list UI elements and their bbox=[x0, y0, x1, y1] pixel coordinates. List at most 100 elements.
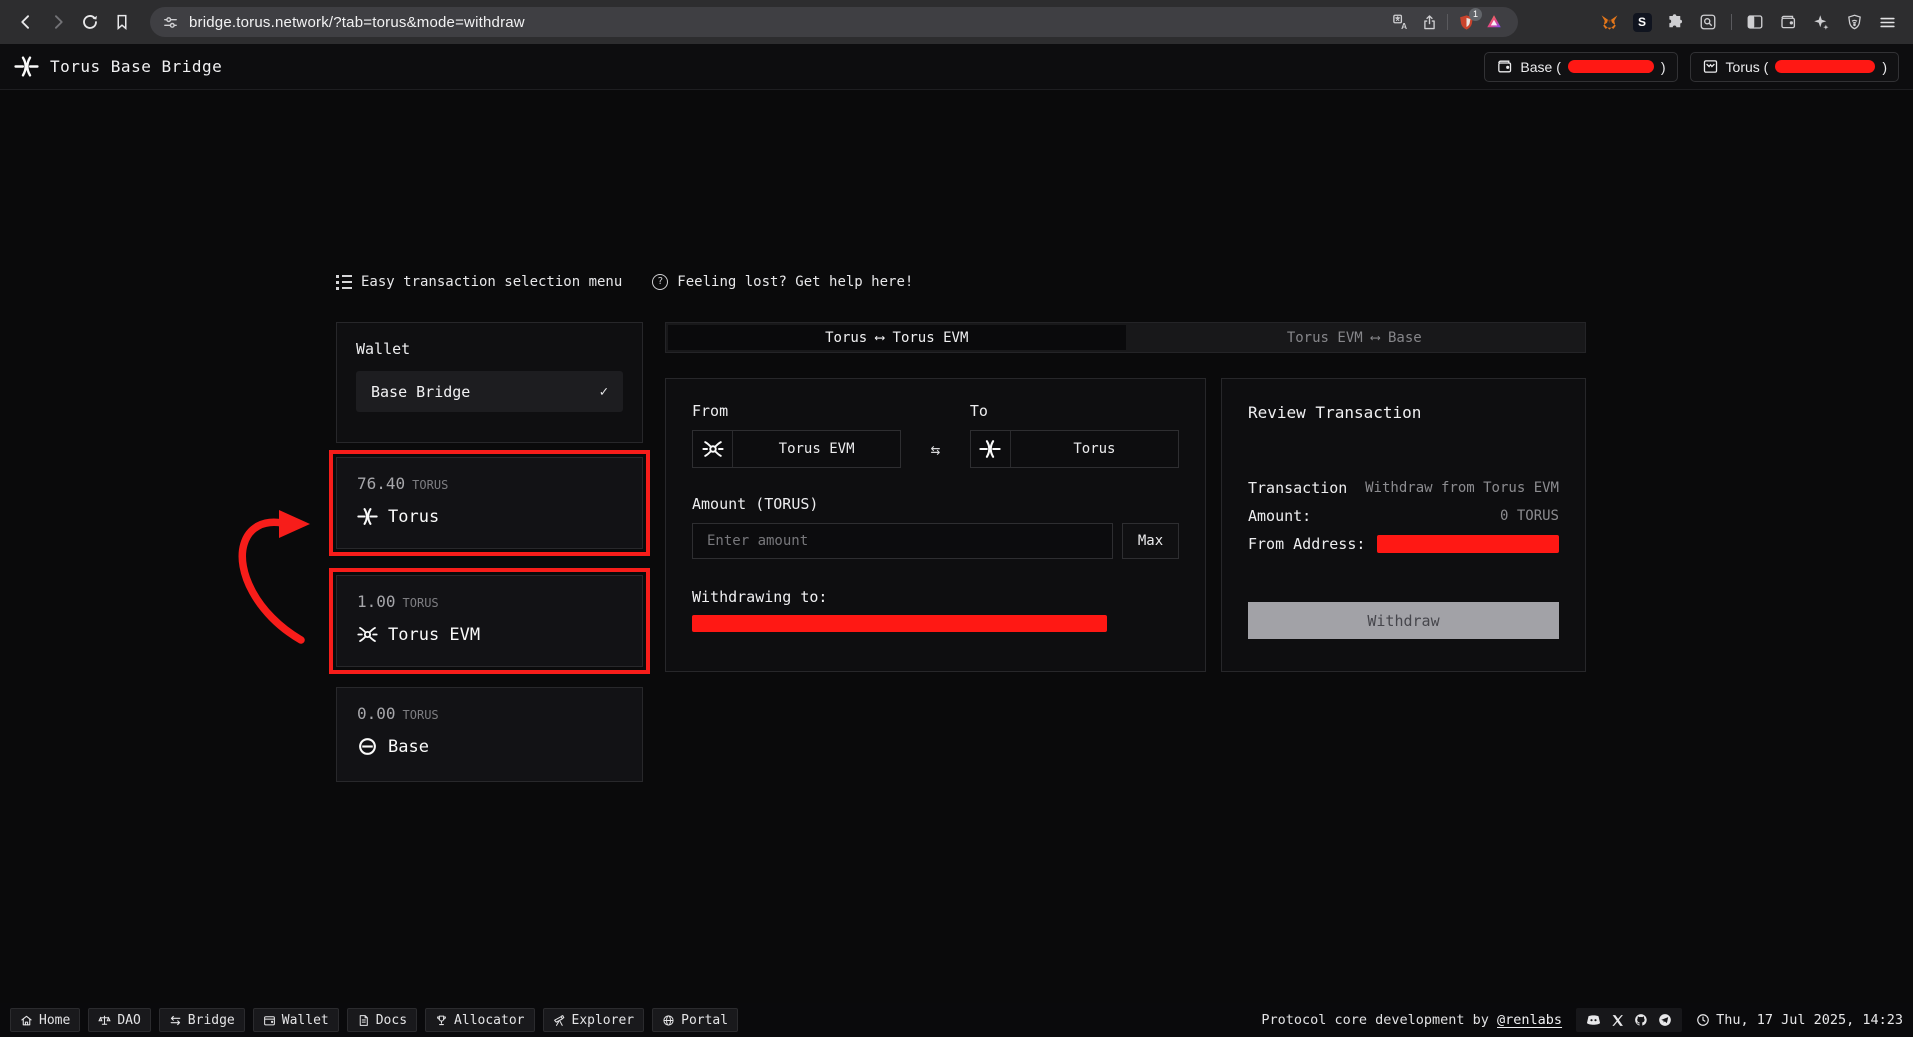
translate-icon[interactable]: A bbox=[1387, 9, 1415, 35]
svg-text:A: A bbox=[1401, 22, 1407, 31]
easy-transaction-menu-label: Easy transaction selection menu bbox=[361, 274, 622, 290]
footer-bridge-button[interactable]: Bridge bbox=[159, 1008, 245, 1032]
help-icon: ? bbox=[652, 274, 668, 290]
torus-balance: 76.40TORUS bbox=[357, 474, 622, 493]
amount-input[interactable] bbox=[692, 523, 1113, 559]
menu-hamburger-icon[interactable] bbox=[1873, 9, 1901, 35]
to-value: Torus bbox=[1011, 431, 1178, 467]
withdrawing-to-label: Withdrawing to: bbox=[692, 588, 1179, 606]
solflare-extension-icon[interactable]: S bbox=[1628, 9, 1656, 35]
wallet-panel: Wallet Base Bridge ✓ bbox=[336, 322, 643, 443]
from-select[interactable]: Torus EVM bbox=[692, 430, 901, 468]
balance-card-torus[interactable]: 76.40TORUS Torus bbox=[336, 457, 643, 549]
discord-icon[interactable] bbox=[1586, 1014, 1601, 1026]
metamask-icon[interactable] bbox=[1595, 9, 1623, 35]
balance-card-torus-evm[interactable]: 1.00TORUS Torus EVM bbox=[336, 575, 643, 667]
browser-toolbar: bridge.torus.network/?tab=torus&mode=wit… bbox=[0, 0, 1913, 44]
easy-transaction-menu[interactable]: Easy transaction selection menu bbox=[336, 274, 622, 290]
check-icon: ✓ bbox=[600, 384, 608, 400]
swap-direction-icon[interactable]: ⇆ bbox=[901, 430, 970, 468]
extension-area: S bbox=[1518, 9, 1901, 35]
review-title: Review Transaction bbox=[1248, 403, 1559, 422]
help-link[interactable]: ? Feeling lost? Get help here! bbox=[652, 274, 913, 290]
brave-wallet-icon[interactable] bbox=[1774, 9, 1802, 35]
torus-evm-icon bbox=[357, 624, 378, 645]
footer-home-button[interactable]: Home bbox=[10, 1008, 80, 1032]
vpn-shield-icon[interactable] bbox=[1840, 9, 1868, 35]
transaction-value: Withdraw from Torus EVM bbox=[1365, 480, 1559, 496]
torus-wallet-button[interactable]: Torus () bbox=[1690, 52, 1899, 82]
footer-allocator-button[interactable]: Allocator bbox=[425, 1008, 534, 1032]
wallet-option-base-bridge[interactable]: Base Bridge ✓ bbox=[356, 371, 623, 412]
search-extension-icon[interactable] bbox=[1694, 9, 1722, 35]
max-button[interactable]: Max bbox=[1122, 523, 1179, 559]
datetime: Thu, 17 Jul 2025, 14:23 bbox=[1696, 1012, 1903, 1028]
docs-icon bbox=[357, 1014, 370, 1027]
footer-dao-button[interactable]: DAO bbox=[88, 1008, 150, 1032]
brave-rewards-icon[interactable] bbox=[1480, 9, 1508, 35]
address-bar[interactable]: bridge.torus.network/?tab=torus&mode=wit… bbox=[150, 7, 1518, 37]
footer-wallet-button[interactable]: Wallet bbox=[253, 1008, 339, 1032]
torus-evm-icon bbox=[693, 431, 733, 467]
explorer-telescope-icon bbox=[553, 1014, 566, 1027]
page-title: Torus Base Bridge bbox=[50, 57, 222, 76]
redacted-withdraw-address bbox=[692, 615, 1107, 632]
footer-portal-button[interactable]: Portal bbox=[652, 1008, 738, 1032]
torus-icon bbox=[971, 431, 1011, 467]
renlabs-link[interactable]: @renlabs bbox=[1497, 1012, 1562, 1028]
bridge-swap-icon bbox=[169, 1014, 182, 1027]
back-button[interactable] bbox=[10, 6, 42, 38]
brave-shields-icon[interactable]: 1 bbox=[1452, 9, 1480, 35]
review-panel: Review Transaction Transaction Withdraw … bbox=[1221, 378, 1586, 672]
telegram-icon[interactable] bbox=[1658, 1013, 1672, 1027]
redacted-torus-address bbox=[1775, 60, 1875, 73]
to-select[interactable]: Torus bbox=[970, 430, 1179, 468]
tab-torus-torus-evm[interactable]: Torus ⟷ Torus EVM bbox=[668, 325, 1126, 350]
wallet-panel-title: Wallet bbox=[356, 340, 623, 358]
footer-docs-button[interactable]: Docs bbox=[347, 1008, 417, 1032]
base-icon bbox=[357, 736, 378, 757]
credit-text: Protocol core development by @renlabs bbox=[1261, 1012, 1562, 1028]
reload-button[interactable] bbox=[74, 6, 106, 38]
share-icon[interactable] bbox=[1415, 9, 1443, 35]
torus-icon bbox=[357, 506, 378, 527]
base-wallet-label: Base ( bbox=[1520, 59, 1560, 75]
annotation-arrow bbox=[222, 496, 322, 646]
from-value: Torus EVM bbox=[733, 431, 900, 467]
hint-row: Easy transaction selection menu ? Feelin… bbox=[336, 269, 913, 295]
withdraw-button[interactable]: Withdraw bbox=[1248, 602, 1559, 639]
home-icon bbox=[20, 1014, 33, 1027]
clock-icon bbox=[1696, 1013, 1710, 1027]
list-menu-icon bbox=[336, 275, 352, 290]
x-icon[interactable] bbox=[1611, 1014, 1624, 1027]
site-settings-icon[interactable] bbox=[162, 14, 179, 31]
leo-ai-icon[interactable] bbox=[1807, 9, 1835, 35]
social-links bbox=[1576, 1008, 1682, 1032]
allocator-trophy-icon bbox=[435, 1014, 448, 1027]
amount-value: 0 TORUS bbox=[1500, 508, 1559, 524]
token-name: Base bbox=[388, 737, 429, 757]
footer: Home DAO Bridge Wallet Docs Allocator Ex… bbox=[0, 1003, 1913, 1037]
redacted-base-address bbox=[1568, 60, 1654, 73]
from-label: From bbox=[692, 402, 901, 420]
bookmark-icon[interactable] bbox=[106, 6, 138, 38]
tab-torus-evm-base[interactable]: Torus EVM ⟷ Base bbox=[1126, 325, 1584, 350]
review-row-amount: Amount: 0 TORUS bbox=[1248, 506, 1559, 525]
torus-evm-balance: 1.00TORUS bbox=[357, 592, 622, 611]
scales-icon bbox=[98, 1014, 111, 1027]
bridge-tabs: Torus ⟷ Torus EVM Torus EVM ⟷ Base bbox=[665, 322, 1586, 353]
wallet-icon bbox=[263, 1014, 276, 1027]
sidebar-icon[interactable] bbox=[1741, 9, 1769, 35]
extensions-puzzle-icon[interactable] bbox=[1661, 9, 1689, 35]
url-text[interactable]: bridge.torus.network/?tab=torus&mode=wit… bbox=[189, 14, 525, 31]
github-icon[interactable] bbox=[1634, 1013, 1648, 1027]
app-header: Torus Base Bridge Base () Torus () bbox=[0, 44, 1913, 90]
help-link-label: Feeling lost? Get help here! bbox=[677, 274, 913, 290]
base-wallet-button[interactable]: Base () bbox=[1484, 52, 1677, 82]
redacted-from-address bbox=[1377, 535, 1559, 553]
forward-button[interactable] bbox=[42, 6, 74, 38]
balance-card-base[interactable]: 0.00TORUS Base bbox=[336, 687, 643, 782]
token-name: Torus bbox=[388, 507, 439, 527]
amount-label: Amount (TORUS) bbox=[692, 495, 1179, 513]
footer-explorer-button[interactable]: Explorer bbox=[543, 1008, 645, 1032]
